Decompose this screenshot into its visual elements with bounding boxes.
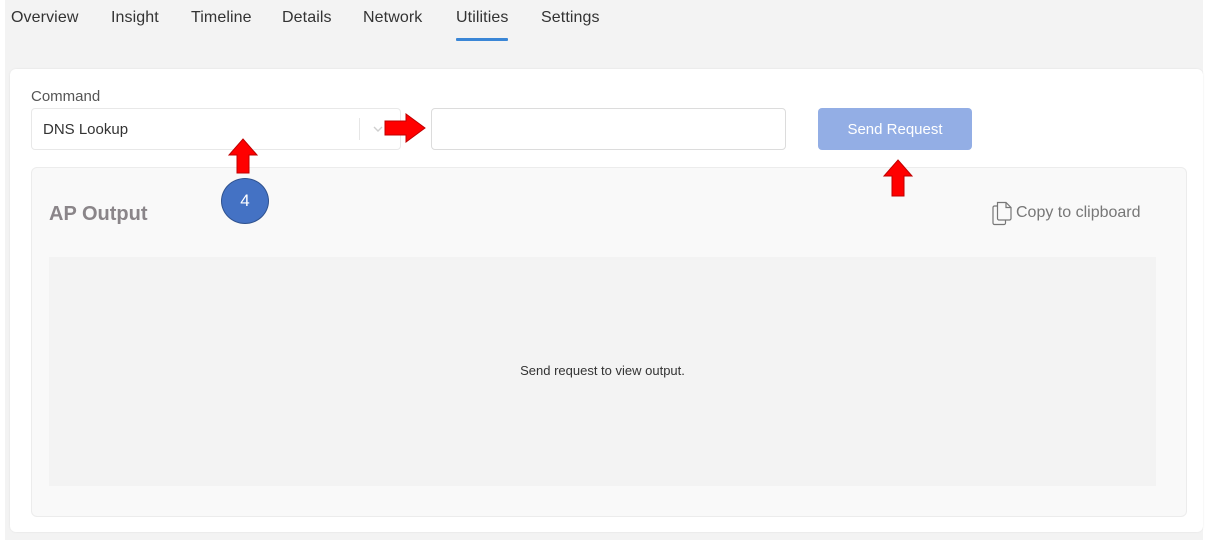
- tab-timeline[interactable]: Timeline: [191, 9, 252, 27]
- up-arrow-send-annotation-icon: [883, 159, 913, 197]
- utilities-card: Command DNS Lookup Send Request AP Outpu…: [10, 69, 1203, 532]
- command-select[interactable]: DNS Lookup: [31, 108, 401, 150]
- copy-label: Copy to clipboard: [1016, 204, 1141, 221]
- tab-bar: Overview Insight Timeline Details Networ…: [5, 0, 1203, 60]
- output-title: AP Output: [49, 203, 148, 225]
- tab-network[interactable]: Network: [363, 9, 422, 27]
- select-divider: [359, 118, 360, 140]
- tab-utilities[interactable]: Utilities: [456, 9, 509, 41]
- copy-icon: [992, 201, 1012, 226]
- app-frame: Overview Insight Timeline Details Networ…: [5, 0, 1203, 540]
- command-select-value: DNS Lookup: [43, 121, 129, 138]
- copy-to-clipboard-button[interactable]: Copy to clipboard: [990, 200, 1141, 226]
- command-target-input[interactable]: [431, 108, 786, 150]
- right-arrow-annotation-icon: [384, 113, 426, 143]
- command-label: Command: [31, 88, 101, 105]
- empty-output-message: Send request to view output.: [520, 363, 685, 378]
- chevron-down-icon[interactable]: [372, 123, 384, 135]
- tab-insight[interactable]: Insight: [111, 9, 159, 27]
- tab-details[interactable]: Details: [282, 9, 332, 27]
- tab-overview[interactable]: Overview: [11, 9, 78, 27]
- output-area: Send request to view output.: [49, 257, 1156, 486]
- output-panel: AP Output Copy to clipboard Send request…: [31, 167, 1187, 517]
- tab-settings[interactable]: Settings: [541, 9, 600, 27]
- send-request-button[interactable]: Send Request: [818, 108, 972, 150]
- step-number-badge: 4: [221, 178, 269, 224]
- up-arrow-annotation-icon: [228, 138, 258, 174]
